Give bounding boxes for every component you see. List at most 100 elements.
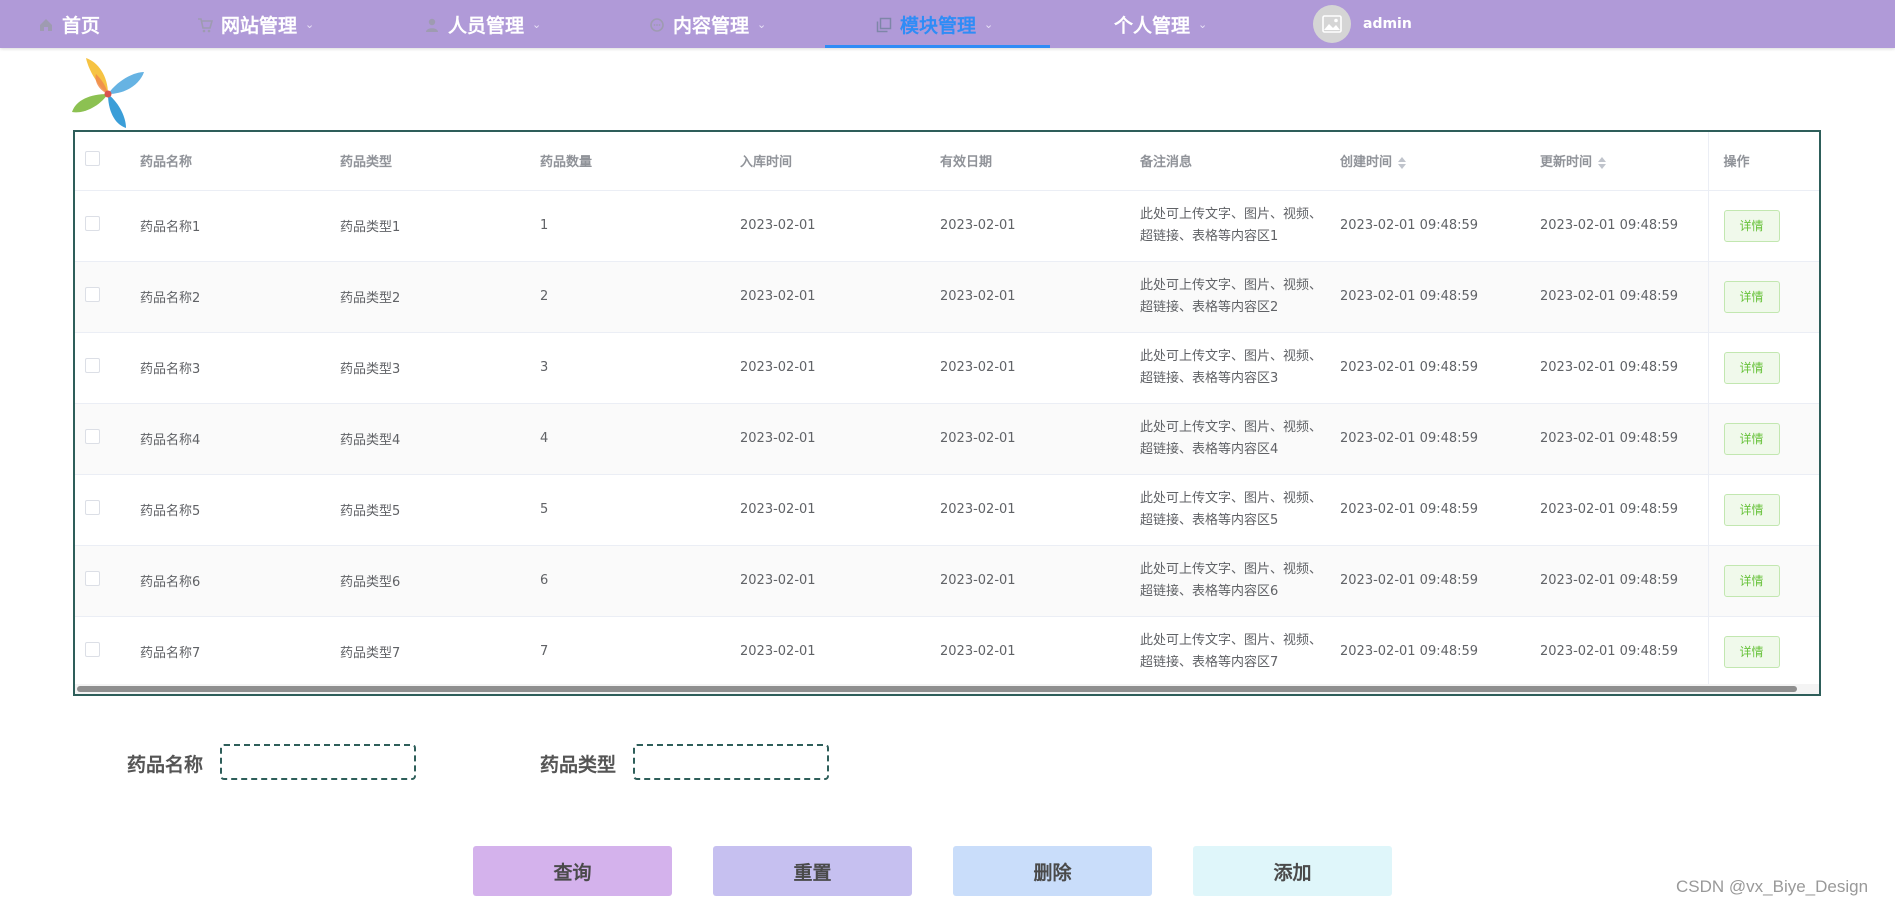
detail-button[interactable]: 详情 — [1723, 351, 1780, 384]
cell-type: 药品类型6 — [340, 575, 401, 590]
table-row: 药品名称7 药品类型7 7 2023-02-01 2023-02-01 此处可上传文字、图… — [75, 616, 1819, 687]
scrollbar-thumb[interactable] — [77, 686, 1797, 692]
cell-in-date: 2023-02-01 — [740, 218, 816, 233]
watermark: CSDN @vx_Biye_Design — [1676, 877, 1869, 896]
select-all-checkbox[interactable] — [75, 132, 140, 191]
row-checkbox[interactable] — [75, 474, 140, 545]
column-header-action: 操作 — [1707, 132, 1819, 191]
row-checkbox[interactable] — [75, 403, 140, 474]
table-row: 药品名称3 药品类型3 3 2023-02-01 2023-02-01 此处可上传文字、图… — [75, 332, 1819, 403]
detail-button[interactable]: 详情 — [1723, 209, 1780, 242]
cell-in-date: 2023-02-01 — [740, 360, 816, 375]
detail-button[interactable]: 详情 — [1723, 564, 1780, 597]
cell-note: 此处可上传文字、图片、视频、超链接、表格等内容区3 — [1140, 348, 1323, 386]
nav-item-module-management[interactable]: 模块管理 ⌄ — [876, 0, 993, 48]
nav-item-content-management[interactable]: 内容管理 ⌄ — [649, 0, 766, 48]
column-header-in-date: 入库时间 — [740, 132, 940, 191]
chevron-down-icon: ⌄ — [1198, 17, 1208, 31]
drug-name-input[interactable] — [220, 744, 416, 780]
cell-in-date: 2023-02-01 — [740, 431, 816, 446]
cell-action: 详情 — [1707, 474, 1819, 545]
column-header-updated[interactable]: 更新时间 — [1540, 132, 1708, 191]
cell-created: 2023-02-01 09:48:59 — [1340, 502, 1479, 517]
cell-qty: 6 — [540, 573, 549, 588]
cell-name: 药品名称2 — [140, 291, 201, 306]
cell-created: 2023-02-01 09:48:59 — [1340, 644, 1479, 659]
cell-updated: 2023-02-01 09:48:59 — [1540, 289, 1679, 304]
pinwheel-logo — [68, 54, 148, 130]
chevron-down-icon: ⌄ — [984, 17, 994, 31]
cell-created: 2023-02-01 09:48:59 — [1340, 289, 1479, 304]
cell-action: 详情 — [1707, 190, 1819, 261]
row-checkbox[interactable] — [75, 332, 140, 403]
reset-button[interactable]: 重置 — [713, 846, 912, 896]
nav-item-label: 内容管理 — [673, 14, 750, 37]
cell-action: 详情 — [1707, 403, 1819, 474]
active-tab-indicator — [825, 45, 1050, 48]
top-nav-bar: 首页 网站管理 ⌄ 人员管理 ⌄ 内容管理 ⌄ 模块管理 ⌄ 个人管理 ⌄ ad… — [0, 0, 1895, 48]
cell-note: 此处可上传文字、图片、视频、超链接、表格等内容区5 — [1140, 490, 1323, 528]
nav-item-staff-management[interactable]: 人员管理 ⌄ — [424, 0, 541, 48]
detail-button[interactable]: 详情 — [1723, 422, 1780, 455]
drug-name-label: 药品名称 — [127, 754, 204, 776]
delete-button[interactable]: 删除 — [953, 846, 1152, 896]
nav-item-home[interactable]: 首页 — [38, 0, 100, 48]
table-row: 药品名称5 药品类型5 5 2023-02-01 2023-02-01 此处可上传文字、图… — [75, 474, 1819, 545]
horizontal-scrollbar[interactable] — [75, 684, 1819, 694]
cell-qty: 7 — [540, 644, 549, 659]
cell-type: 药品类型7 — [340, 646, 401, 661]
column-header-label: 更新时间 — [1540, 155, 1593, 171]
cell-type: 药品类型3 — [340, 362, 401, 377]
row-checkbox[interactable] — [75, 190, 140, 261]
image-icon — [1322, 15, 1342, 33]
cell-name: 药品名称6 — [140, 575, 201, 590]
user-menu[interactable]: admin — [1313, 0, 1412, 48]
cell-created: 2023-02-01 09:48:59 — [1340, 218, 1479, 233]
cell-type: 药品类型2 — [340, 291, 401, 306]
row-checkbox[interactable] — [75, 616, 140, 687]
drug-table: 药品名称 药品类型 药品数量 入库时间 有效日期 备注消息 创建时间 更新时间 … — [73, 130, 1821, 696]
cell-note: 此处可上传文字、图片、视频、超链接、表格等内容区2 — [1140, 277, 1323, 315]
column-header-created[interactable]: 创建时间 — [1340, 132, 1540, 191]
nav-item-site-management[interactable]: 网站管理 ⌄ — [197, 0, 314, 48]
chevron-down-icon: ⌄ — [305, 17, 315, 31]
cell-qty: 1 — [540, 218, 549, 233]
detail-button[interactable]: 详情 — [1723, 280, 1780, 313]
column-header-note: 备注消息 — [1140, 132, 1340, 191]
cell-type: 药品类型4 — [340, 433, 401, 448]
drug-type-label: 药品类型 — [540, 754, 617, 776]
cell-type: 药品类型5 — [340, 504, 401, 519]
cell-qty: 5 — [540, 502, 549, 517]
column-header-quantity: 药品数量 — [540, 132, 740, 191]
cell-valid-date: 2023-02-01 — [940, 573, 1016, 588]
cell-name: 药品名称5 — [140, 504, 201, 519]
nav-item-label: 首页 — [62, 14, 101, 37]
column-header-name: 药品名称 — [140, 132, 340, 191]
add-button[interactable]: 添加 — [1193, 846, 1392, 896]
detail-button[interactable]: 详情 — [1723, 493, 1780, 526]
cell-name: 药品名称3 — [140, 362, 201, 377]
nav-item-personal-management[interactable]: 个人管理 ⌄ — [1114, 0, 1207, 48]
sort-icon[interactable] — [1398, 156, 1407, 169]
home-icon — [38, 16, 54, 32]
sort-icon[interactable] — [1598, 156, 1607, 169]
cell-note: 此处可上传文字、图片、视频、超链接、表格等内容区6 — [1140, 561, 1323, 599]
row-checkbox[interactable] — [75, 545, 140, 616]
row-checkbox[interactable] — [75, 261, 140, 332]
table-row: 药品名称2 药品类型2 2 2023-02-01 2023-02-01 此处可上传文字、图… — [75, 261, 1819, 332]
cell-action: 详情 — [1707, 332, 1819, 403]
cell-updated: 2023-02-01 09:48:59 — [1540, 360, 1679, 375]
chat-icon — [649, 16, 665, 32]
cell-action: 详情 — [1707, 545, 1819, 616]
detail-button[interactable]: 详情 — [1723, 635, 1780, 668]
cell-updated: 2023-02-01 09:48:59 — [1540, 502, 1679, 517]
cell-qty: 4 — [540, 431, 549, 446]
cell-created: 2023-02-01 09:48:59 — [1340, 360, 1479, 375]
query-button[interactable]: 查询 — [473, 846, 672, 896]
cell-valid-date: 2023-02-01 — [940, 218, 1016, 233]
cell-action: 详情 — [1707, 616, 1819, 687]
drug-type-input[interactable] — [633, 744, 829, 780]
chevron-down-icon: ⌄ — [532, 17, 542, 31]
nav-item-label: 人员管理 — [448, 14, 525, 37]
cell-valid-date: 2023-02-01 — [940, 431, 1016, 446]
